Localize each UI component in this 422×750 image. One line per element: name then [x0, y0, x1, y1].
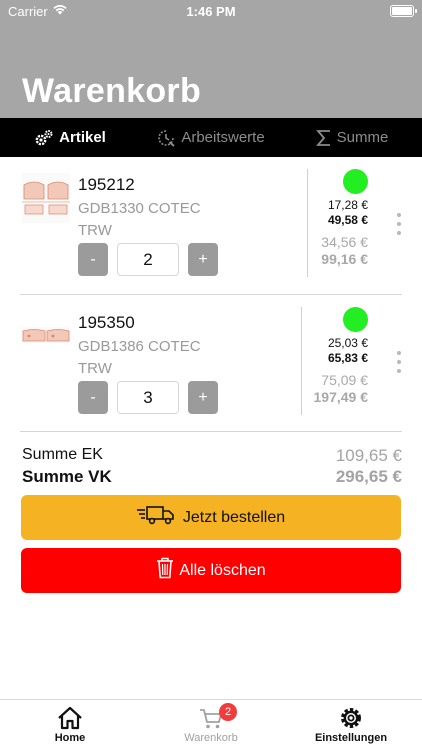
article-description: GDB1386 COTEC: [78, 338, 201, 355]
ek-unit-price: 25,03 €: [327, 336, 368, 350]
order-now-label: Jetzt bestellen: [182, 508, 286, 526]
navigation-header: Warenkorb: [0, 22, 422, 118]
quantity-field[interactable]: 3: [117, 381, 179, 414]
tab-artikel-label: Artikel: [59, 129, 106, 146]
availability-indicator: [343, 169, 368, 194]
summary-ek-row: Summe EK 109,65 €: [22, 446, 402, 468]
home-icon: [10, 706, 130, 730]
article-number: 195350: [78, 313, 135, 332]
tab-einstellungen[interactable]: Einstellungen: [291, 706, 411, 744]
tab-home[interactable]: Home: [10, 706, 130, 744]
order-now-button[interactable]: Jetzt bestellen: [21, 495, 401, 540]
tab-arbeitswerte[interactable]: Arbeitswerte: [140, 118, 282, 157]
clock: 1:46 PM: [186, 4, 236, 19]
bottom-tabbar: Home Warenkorb 2 Einstellungen: [0, 699, 422, 750]
delete-all-button[interactable]: Alle löschen: [21, 548, 401, 593]
tab-artikel[interactable]: Artikel: [0, 118, 140, 157]
gears-icon: [34, 129, 54, 147]
page-title: Warenkorb: [22, 72, 202, 110]
increase-quantity-button[interactable]: +: [188, 243, 218, 276]
article-description: GDB1330 COTEC: [78, 200, 201, 217]
tab-summe-label: Summe: [336, 129, 389, 146]
sigma-icon: [315, 129, 332, 147]
tab-summe[interactable]: Summe: [282, 118, 422, 157]
segment-tabbar: Artikel Arbeitswerte Summe: [0, 118, 422, 157]
more-options-icon[interactable]: [396, 351, 402, 377]
quantity-field[interactable]: 2: [117, 243, 179, 276]
summary-vk-value: 296,65 €: [335, 467, 402, 486]
delivery-truck-icon: [136, 505, 175, 530]
summary-ek-value: 109,65 €: [335, 446, 402, 465]
article-number: 195212: [78, 175, 135, 194]
cart-icon: [151, 706, 271, 730]
vk-total-price: 197,49 €: [313, 389, 369, 405]
product-image: [22, 311, 70, 361]
trash-icon: [156, 557, 174, 584]
battery-icon: [390, 5, 417, 17]
price-block: 25,03 € 65,83 € 75,09 € 197,49 €: [308, 336, 369, 406]
decrease-quantity-button[interactable]: -: [78, 243, 108, 276]
gear-icon: [291, 706, 411, 730]
quantity-stepper: - 3 +: [78, 381, 218, 414]
ek-total-price: 75,09 €: [321, 372, 368, 388]
tab-home-label: Home: [54, 732, 86, 744]
article-brand: TRW: [78, 222, 112, 239]
status-bar: Carrier 1:46 PM: [0, 0, 422, 22]
cart-count-badge: 2: [219, 703, 237, 721]
divider: [301, 307, 302, 415]
cart-item: 195212 GDB1330 COTEC TRW - 2 + 17,28 € 4…: [20, 167, 402, 293]
summary-ek-label: Summe EK: [22, 446, 103, 463]
increase-quantity-button[interactable]: +: [188, 381, 218, 414]
clock-wrench-icon: [157, 129, 176, 147]
summary-vk-row: Summe VK 296,65 €: [22, 467, 402, 489]
article-brand: TRW: [78, 360, 112, 377]
divider: [20, 294, 402, 295]
summary-vk-label: Summe VK: [22, 467, 112, 486]
vk-unit-price: 49,58 €: [327, 213, 368, 227]
vk-total-price: 99,16 €: [321, 251, 368, 267]
quantity-stepper: - 2 +: [78, 243, 218, 276]
divider: [20, 431, 402, 432]
price-block: 17,28 € 49,58 € 34,56 € 99,16 €: [308, 198, 368, 268]
tab-arbeitswerte-label: Arbeitswerte: [181, 129, 265, 146]
tab-warenkorb[interactable]: Warenkorb 2: [151, 703, 271, 744]
availability-indicator: [343, 307, 368, 332]
product-image: [22, 173, 70, 223]
ek-unit-price: 17,28 €: [327, 198, 368, 212]
ek-total-price: 34,56 €: [321, 234, 368, 250]
decrease-quantity-button[interactable]: -: [78, 381, 108, 414]
vk-unit-price: 65,83 €: [327, 351, 368, 365]
tab-einstellungen-label: Einstellungen: [314, 732, 388, 744]
tab-warenkorb-label: Warenkorb: [184, 732, 238, 744]
more-options-icon[interactable]: [396, 213, 402, 239]
cart-item: 195350 GDB1386 COTEC TRW - 3 + 25,03 € 6…: [20, 305, 402, 431]
delete-all-label: Alle löschen: [179, 561, 266, 579]
